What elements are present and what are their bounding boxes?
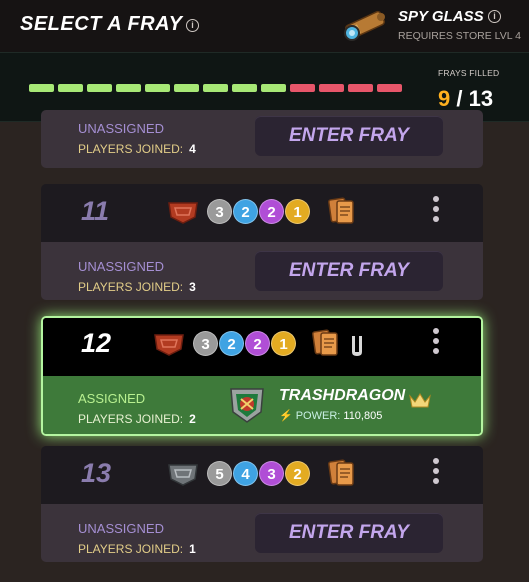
players-joined-count: 1	[189, 542, 196, 556]
player-name: TRASHDRAGON	[279, 387, 406, 404]
progress-segment-filled	[203, 84, 228, 92]
fray-card-13: 13 5 4 3 2 UNASSIGNED PLAYERS JOINED: 1 E…	[41, 446, 483, 562]
crown-icon	[409, 393, 431, 408]
fray-card-body: UNASSIGNED PLAYERS JOINED: 3 ENTER FRAY	[41, 242, 483, 300]
rarity-pips: 3 2 2 1	[207, 199, 310, 224]
fray-number: 13	[81, 458, 112, 488]
rarity-pips: 3 2 2 1	[193, 331, 296, 356]
progress-segment-filled	[261, 84, 286, 92]
legendary-pip: 1	[285, 199, 310, 224]
rare-pip: 2	[219, 331, 244, 356]
epic-pip: 2	[245, 331, 270, 356]
fray-card-header: 11 3 2 2 1	[41, 184, 483, 242]
progress-segment-empty	[348, 84, 373, 92]
fray-card-body: UNASSIGNED PLAYERS JOINED: 1 ENTER FRAY	[41, 504, 483, 562]
progress-segment-filled	[174, 84, 199, 92]
common-pip: 3	[207, 199, 232, 224]
more-options-icon[interactable]	[429, 458, 443, 492]
fray-status: UNASSIGNED	[78, 259, 164, 274]
legendary-pip: 1	[271, 331, 296, 356]
silver-shield-icon	[168, 464, 198, 486]
more-options-icon[interactable]	[429, 196, 443, 230]
power-label: POWER:	[295, 410, 341, 422]
fray-card-body: UNASSIGNED PLAYERS JOINED: 4 ENTER FRAY	[41, 110, 483, 168]
card-pack-icon	[328, 197, 354, 224]
header-bar: SELECT A FRAY i SPY GLASS i REQUIRES STO…	[0, 0, 529, 52]
progress-segment-filled	[145, 84, 170, 92]
fray-card-11: 11 3 2 2 1 UNASSIGNED PLAYERS JOINED: 3 E…	[41, 184, 483, 300]
players-joined: PLAYERS JOINED: 3	[78, 280, 196, 294]
players-joined-count: 4	[189, 142, 196, 156]
players-joined-label: PLAYERS JOINED:	[78, 412, 184, 426]
players-joined: PLAYERS JOINED: 4	[78, 142, 196, 156]
enter-fray-button[interactable]: ENTER FRAY	[255, 116, 443, 156]
progress-segment-filled	[232, 84, 257, 92]
progress-segment-filled	[116, 84, 141, 92]
progress-segment-filled	[58, 84, 83, 92]
card-pack-icon	[328, 459, 354, 486]
player-power: ⚡ POWER: 110,805	[279, 409, 382, 422]
rare-pip: 2	[233, 199, 258, 224]
lightning-icon: ⚡	[279, 410, 293, 422]
frays-filled-separator: /	[456, 86, 463, 111]
players-joined: PLAYERS JOINED: 2	[78, 412, 196, 426]
card-pack-icon	[312, 329, 338, 356]
guild-avatar	[230, 388, 264, 423]
progress-segment-filled	[87, 84, 112, 92]
epic-pip: 2	[259, 199, 284, 224]
fray-card: UNASSIGNED PLAYERS JOINED: 4 ENTER FRAY	[41, 110, 483, 168]
fray-card-12: 12 3 2 2 1 ASSIGNED PLAYERS JOINED: 2 TRA…	[41, 316, 483, 436]
players-joined-count: 2	[189, 412, 196, 426]
fray-card-header: 13 5 4 3 2	[41, 446, 483, 504]
spyglass-info-icon[interactable]: i	[488, 10, 501, 23]
fray-status: ASSIGNED	[78, 391, 146, 406]
spyglass-requirement: REQUIRES STORE LVL 4	[398, 30, 521, 42]
fray-card-header: 12 3 2 2 1	[43, 318, 481, 376]
progress-segment-filled	[29, 84, 54, 92]
frays-filled-label: FRAYS FILLED	[438, 68, 500, 78]
rare-pip: 4	[233, 461, 258, 486]
enter-fray-button[interactable]: ENTER FRAY	[255, 251, 443, 291]
common-pip: 5	[207, 461, 232, 486]
frays-filled-value: 9	[438, 86, 451, 111]
page-title: SELECT A FRAY	[20, 13, 183, 35]
untamed-edition-icon	[352, 336, 362, 356]
info-icon[interactable]: i	[186, 19, 199, 32]
epic-pip: 3	[259, 461, 284, 486]
progress-segment-empty	[290, 84, 315, 92]
enter-fray-button[interactable]: ENTER FRAY	[255, 513, 443, 553]
rarity-pips: 5 4 3 2	[207, 461, 310, 486]
players-joined-label: PLAYERS JOINED:	[78, 280, 184, 294]
spyglass-icon[interactable]	[340, 8, 388, 44]
power-value: 110,805	[343, 410, 383, 422]
bronze-shield-icon	[154, 334, 184, 356]
fray-status: UNASSIGNED	[78, 521, 164, 536]
players-joined: PLAYERS JOINED: 1	[78, 542, 196, 556]
players-joined-label: PLAYERS JOINED:	[78, 142, 184, 156]
frays-progress-bar	[29, 84, 402, 92]
legendary-pip: 2	[285, 461, 310, 486]
fray-number: 12	[81, 328, 112, 358]
fray-status: UNASSIGNED	[78, 121, 164, 136]
players-joined-count: 3	[189, 280, 196, 294]
more-options-icon[interactable]	[429, 328, 443, 362]
spyglass-title[interactable]: SPY GLASS	[398, 8, 484, 25]
progress-segment-empty	[319, 84, 344, 92]
frays-total-value: 13	[468, 86, 494, 111]
common-pip: 3	[193, 331, 218, 356]
fray-number: 11	[81, 196, 110, 226]
progress-segment-empty	[377, 84, 402, 92]
players-joined-label: PLAYERS JOINED:	[78, 542, 184, 556]
frays-filled-count: 9 / 13	[438, 86, 493, 112]
fray-card-body: ASSIGNED PLAYERS JOINED: 2 TRASHDRAGON ⚡ P…	[43, 376, 481, 434]
bronze-shield-icon	[168, 202, 198, 224]
